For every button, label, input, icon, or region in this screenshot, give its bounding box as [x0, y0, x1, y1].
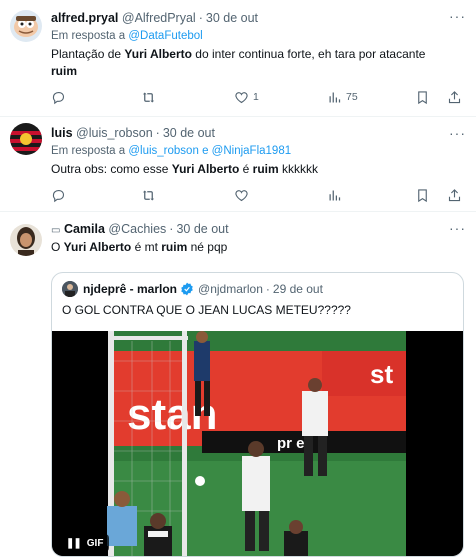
views-icon: [329, 92, 341, 102]
tweet-text: Plantação de Yuri Alberto do inter conti…: [51, 47, 426, 78]
view-count: 75: [346, 91, 358, 103]
verified-badge-icon: [181, 282, 193, 296]
retweet-icon: [142, 92, 155, 102]
share-button[interactable]: [447, 90, 462, 105]
avatar[interactable]: [10, 224, 42, 256]
share-icon: [448, 188, 461, 201]
mention-link[interactable]: @luis_robson: [128, 145, 199, 157]
like-button[interactable]: [234, 188, 249, 203]
bookmark-icon: [418, 188, 427, 202]
bookmark-button[interactable]: [415, 188, 430, 203]
avatar[interactable]: [10, 10, 42, 42]
views-button[interactable]: 75: [327, 90, 358, 105]
ad-board-text: st: [370, 359, 393, 389]
retweet-button[interactable]: [141, 90, 156, 105]
timestamp[interactable]: 30 de out: [206, 11, 258, 25]
reply-context: Em resposta a @DataFutebol: [51, 30, 203, 42]
avatar[interactable]: [62, 281, 78, 297]
handle[interactable]: @luis_robson: [76, 126, 153, 140]
timestamp[interactable]: 30 de out: [163, 126, 215, 140]
heart-icon: [235, 91, 248, 103]
avatar[interactable]: [10, 123, 42, 155]
handle[interactable]: @Cachies: [108, 222, 166, 236]
display-name[interactable]: alfred.pryal: [51, 11, 118, 25]
reply-button[interactable]: [51, 90, 66, 105]
retweet-button[interactable]: [141, 188, 156, 203]
quoted-tweet[interactable]: njdeprê - marlon @njdmarlon · 29 de out O …: [51, 272, 464, 557]
action-bar: 1 75: [51, 88, 468, 106]
tweet[interactable]: ··· alfred.pryal @AlfredPryal · 30 de out …: [0, 0, 476, 117]
reply-icon: [52, 189, 65, 202]
pause-icon: ❚❚: [66, 537, 82, 549]
display-name[interactable]: njdeprê - marlon: [83, 282, 177, 296]
share-button[interactable]: [447, 188, 462, 203]
retweet-icon: [142, 190, 155, 200]
tweet[interactable]: ··· luis @luis_robson · 30 de out Em respo…: [0, 117, 476, 212]
tweet-text: Outra obs: como esse Yuri Alberto é ruim…: [51, 162, 319, 176]
reply-icon: [52, 91, 65, 104]
reply-context: Em resposta a @luis_robson e @NinjaFla19…: [51, 145, 292, 157]
timestamp[interactable]: 29 de out: [273, 282, 323, 296]
reply-button[interactable]: [51, 188, 66, 203]
views-button[interactable]: [327, 188, 342, 203]
tweet-header: luis @luis_robson · 30 de out: [51, 126, 215, 140]
like-count: 1: [253, 91, 259, 103]
display-name[interactable]: luis: [51, 126, 73, 140]
tweet[interactable]: ··· ▭ Camila @Cachies · 30 de out O Yuri A…: [0, 212, 476, 557]
bookmark-button[interactable]: [415, 90, 430, 105]
like-button[interactable]: 1: [234, 90, 259, 105]
views-icon: [329, 190, 341, 200]
tweet-header: alfred.pryal @AlfredPryal · 30 de out: [51, 11, 259, 25]
mention-link[interactable]: @NinjaFla1981: [212, 145, 291, 157]
display-name[interactable]: Camila: [64, 222, 105, 236]
gif-frame: stan st pr et: [52, 331, 463, 556]
heart-icon: [235, 189, 248, 201]
handle[interactable]: @njdmarlon: [198, 282, 263, 296]
bookmark-icon: [418, 90, 427, 104]
quote-header: njdeprê - marlon @njdmarlon · 29 de out: [62, 281, 323, 297]
handle[interactable]: @AlfredPryal: [122, 11, 196, 25]
action-bar: [51, 186, 468, 204]
share-icon: [448, 90, 461, 103]
gif-media[interactable]: stan st pr et ❚❚ GIF: [52, 331, 463, 556]
tweet-header: ▭ Camila @Cachies · 30 de out: [51, 222, 229, 236]
mention-link[interactable]: @DataFutebol: [128, 30, 202, 42]
quote-text: O GOL CONTRA QUE O JEAN LUCAS METEU?????: [62, 303, 351, 317]
gif-badge[interactable]: ❚❚ GIF: [60, 534, 110, 552]
tweet-text: O Yuri Alberto é mt ruim né pqp: [51, 240, 228, 254]
badge-icon: ▭: [51, 225, 61, 236]
timestamp[interactable]: 30 de out: [176, 222, 228, 236]
